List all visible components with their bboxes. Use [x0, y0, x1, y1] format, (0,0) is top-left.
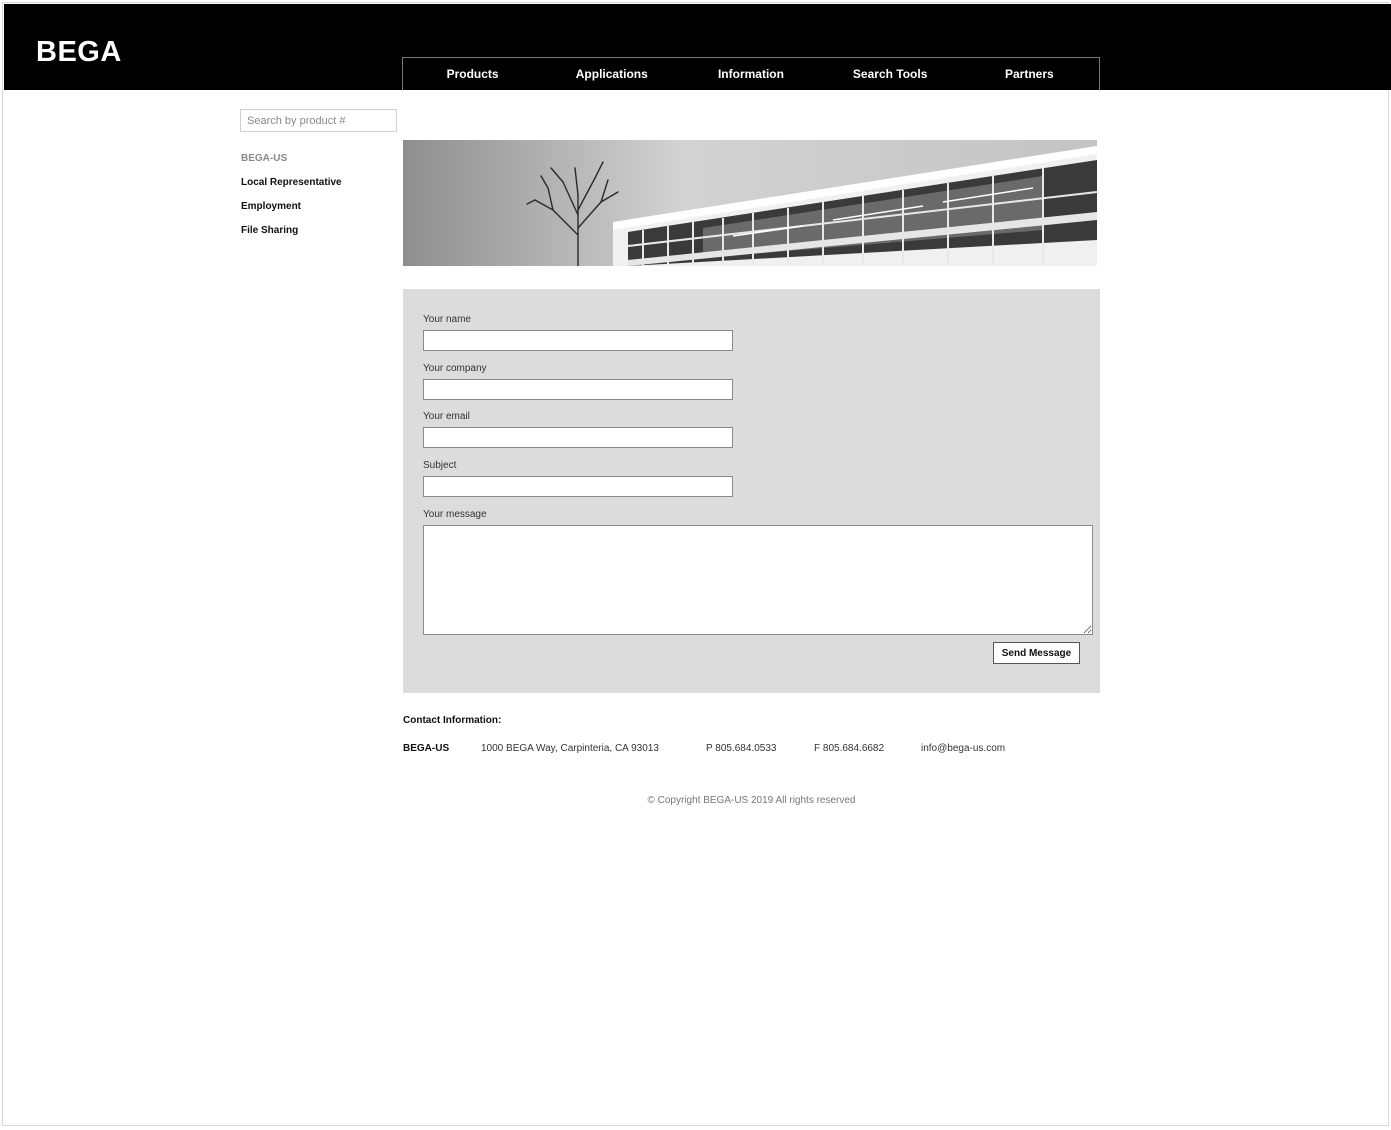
contact-address: 1000 BEGA Way, Carpinteria, CA 93013 — [481, 743, 659, 754]
contact-company: BEGA-US — [403, 743, 450, 754]
subject-label: Subject — [423, 460, 457, 471]
bega-logo[interactable]: BEGA — [36, 36, 122, 69]
company-label: Your company — [423, 363, 487, 374]
sidebar-item-employment[interactable]: Employment — [241, 201, 342, 225]
contact-fax: F 805.684.6682 — [814, 743, 885, 754]
nav-search-tools[interactable]: Search Tools — [821, 67, 960, 81]
nav-products[interactable]: Products — [403, 67, 542, 81]
send-message-button[interactable]: Send Message — [993, 642, 1080, 664]
nav-applications[interactable]: Applications — [542, 67, 681, 81]
company-field[interactable] — [423, 379, 733, 400]
page: BEGA Products Applications Information S… — [0, 0, 1391, 1130]
copyright: © Copyright BEGA-US 2019 All rights rese… — [647, 795, 856, 806]
sidebar-nav: BEGA-US Local Representative Employment … — [241, 153, 342, 249]
contact-phone: P 805.684.0533 — [706, 743, 777, 754]
subject-field[interactable] — [423, 476, 733, 497]
contact-email-link[interactable]: info@bega-us.com — [921, 743, 1005, 754]
nav-information[interactable]: Information — [681, 67, 820, 81]
nav-partners[interactable]: Partners — [960, 67, 1099, 81]
name-field[interactable] — [423, 330, 733, 351]
sidebar-item-file-sharing[interactable]: File Sharing — [241, 225, 342, 249]
message-textarea[interactable] — [423, 525, 1093, 635]
name-label: Your name — [423, 314, 471, 325]
contact-title: Contact Information: — [403, 715, 502, 726]
email-field[interactable] — [423, 427, 733, 448]
hero-building-image — [403, 140, 1097, 266]
message-label: Your message — [423, 509, 487, 520]
product-search-input[interactable] — [240, 109, 397, 132]
site-header: BEGA Products Applications Information S… — [4, 4, 1391, 90]
sidebar-item-bega-us[interactable]: BEGA-US — [241, 153, 342, 177]
sidebar-item-local-representative[interactable]: Local Representative — [241, 177, 342, 201]
contact-form: Your name Your company Your email Subjec… — [403, 289, 1100, 693]
email-label: Your email — [423, 411, 470, 422]
main-nav: Products Applications Information Search… — [402, 57, 1100, 90]
building-illustration — [403, 140, 1097, 266]
